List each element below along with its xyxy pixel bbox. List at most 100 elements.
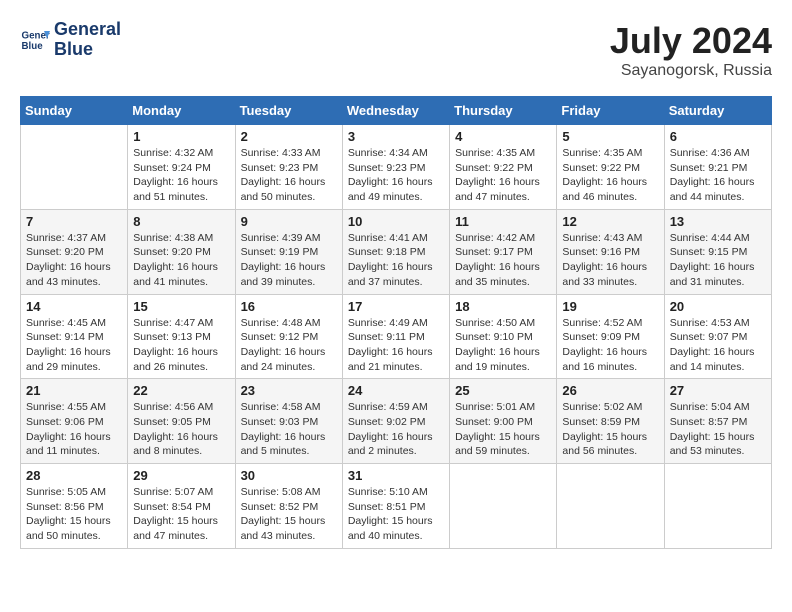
day-number: 28 [26,468,122,483]
calendar-cell [557,464,664,549]
calendar-cell: 12Sunrise: 4:43 AMSunset: 9:16 PMDayligh… [557,209,664,294]
day-number: 30 [241,468,337,483]
calendar-cell: 26 Sunrise: 5:02 AMSunset: 8:59 PMDayligh… [557,379,664,464]
day-number: 16 [241,299,337,314]
calendar-cell: 28 Sunrise: 5:05 AMSunset: 8:56 PMDayligh… [21,464,128,549]
day-number: 2 [241,129,337,144]
day-info: Sunrise: 4:39 AMSunset: 9:19 PMDaylight:… [241,231,337,290]
calendar-cell: 17 Sunrise: 4:49 AMSunset: 9:11 PMDayligh… [342,294,449,379]
header-row: SundayMondayTuesdayWednesdayThursdayFrid… [21,97,772,125]
day-info: Sunrise: 4:49 AMSunset: 9:11 PMDaylight:… [348,316,444,375]
day-info: Sunrise: 4:38 AMSunset: 9:20 PMDaylight:… [133,231,229,290]
svg-text:Blue: Blue [22,41,44,52]
calendar-cell: 15 Sunrise: 4:47 AMSunset: 9:13 PMDayligh… [128,294,235,379]
day-info: Sunrise: 4:50 AMSunset: 9:10 PMDaylight:… [455,316,551,375]
header-day-friday: Friday [557,97,664,125]
day-number: 6 [670,129,766,144]
logo-text-blue: Blue [54,40,121,60]
day-info: Sunrise: 4:48 AMSunset: 9:12 PMDaylight:… [241,316,337,375]
day-number: 25 [455,383,551,398]
week-row-2: 7 Sunrise: 4:37 AMSunset: 9:20 PMDaylight… [21,209,772,294]
day-number: 23 [241,383,337,398]
day-info: Sunrise: 5:05 AMSunset: 8:56 PMDaylight:… [26,485,122,544]
day-number: 26 [562,383,658,398]
calendar-cell: 20 Sunrise: 4:53 AMSunset: 9:07 PMDayligh… [664,294,771,379]
logo-icon: General Blue [20,25,50,55]
calendar-cell: 6 Sunrise: 4:36 AMSunset: 9:21 PMDaylight… [664,125,771,210]
calendar-cell: 22 Sunrise: 4:56 AMSunset: 9:05 PMDayligh… [128,379,235,464]
day-info: Sunrise: 5:07 AMSunset: 8:54 PMDaylight:… [133,485,229,544]
day-number: 5 [562,129,658,144]
logo-text-general: General [54,20,121,40]
calendar-cell: 25 Sunrise: 5:01 AMSunset: 9:00 PMDayligh… [450,379,557,464]
header-day-saturday: Saturday [664,97,771,125]
day-number: 14 [26,299,122,314]
calendar-cell: 8 Sunrise: 4:38 AMSunset: 9:20 PMDaylight… [128,209,235,294]
day-info: Sunrise: 4:35 AMSunset: 9:22 PMDaylight:… [455,146,551,205]
day-info: Sunrise: 4:33 AMSunset: 9:23 PMDaylight:… [241,146,337,205]
day-info: Sunrise: 4:59 AMSunset: 9:02 PMDaylight:… [348,400,444,459]
day-number: 10 [348,214,444,229]
day-number: 7 [26,214,122,229]
day-number: 15 [133,299,229,314]
header-day-monday: Monday [128,97,235,125]
calendar-cell [664,464,771,549]
header-day-sunday: Sunday [21,97,128,125]
calendar-cell: 2 Sunrise: 4:33 AMSunset: 9:23 PMDaylight… [235,125,342,210]
calendar-cell: 19Sunrise: 4:52 AMSunset: 9:09 PMDayligh… [557,294,664,379]
calendar-table: SundayMondayTuesdayWednesdayThursdayFrid… [20,96,772,549]
day-info: Sunrise: 4:45 AMSunset: 9:14 PMDaylight:… [26,316,122,375]
day-info: Sunrise: 4:35 AMSunset: 9:22 PMDaylight:… [562,146,658,205]
day-info: Sunrise: 4:32 AMSunset: 9:24 PMDaylight:… [133,146,229,205]
day-info: Sunrise: 4:41 AMSunset: 9:18 PMDaylight:… [348,231,444,290]
day-number: 27 [670,383,766,398]
location-subtitle: Sayanogorsk, Russia [610,62,772,80]
calendar-cell: 5 Sunrise: 4:35 AMSunset: 9:22 PMDaylight… [557,125,664,210]
day-number: 31 [348,468,444,483]
day-info: Sunrise: 4:56 AMSunset: 9:05 PMDaylight:… [133,400,229,459]
header-day-tuesday: Tuesday [235,97,342,125]
day-info: Sunrise: 4:55 AMSunset: 9:06 PMDaylight:… [26,400,122,459]
calendar-cell: 27 Sunrise: 5:04 AMSunset: 8:57 PMDayligh… [664,379,771,464]
calendar-cell: 30Sunrise: 5:08 AMSunset: 8:52 PMDayligh… [235,464,342,549]
title-block: July 2024 Sayanogorsk, Russia [610,20,772,80]
calendar-cell: 1Sunrise: 4:32 AMSunset: 9:24 PMDaylight… [128,125,235,210]
day-number: 18 [455,299,551,314]
day-number: 3 [348,129,444,144]
day-number: 20 [670,299,766,314]
calendar-cell [21,125,128,210]
day-number: 9 [241,214,337,229]
calendar-cell: 14 Sunrise: 4:45 AMSunset: 9:14 PMDayligh… [21,294,128,379]
calendar-cell: 4 Sunrise: 4:35 AMSunset: 9:22 PMDaylight… [450,125,557,210]
day-info: Sunrise: 5:10 AMSunset: 8:51 PMDaylight:… [348,485,444,544]
calendar-cell: 3Sunrise: 4:34 AMSunset: 9:23 PMDaylight… [342,125,449,210]
week-row-3: 14 Sunrise: 4:45 AMSunset: 9:14 PMDayligh… [21,294,772,379]
calendar-cell: 29 Sunrise: 5:07 AMSunset: 8:54 PMDayligh… [128,464,235,549]
day-number: 4 [455,129,551,144]
day-number: 17 [348,299,444,314]
week-row-5: 28 Sunrise: 5:05 AMSunset: 8:56 PMDayligh… [21,464,772,549]
calendar-cell [450,464,557,549]
day-info: Sunrise: 4:36 AMSunset: 9:21 PMDaylight:… [670,146,766,205]
calendar-cell: 16 Sunrise: 4:48 AMSunset: 9:12 PMDayligh… [235,294,342,379]
day-number: 22 [133,383,229,398]
day-info: Sunrise: 4:43 AMSunset: 9:16 PMDaylight:… [562,231,658,290]
day-info: Sunrise: 4:37 AMSunset: 9:20 PMDaylight:… [26,231,122,290]
calendar-cell: 31 Sunrise: 5:10 AMSunset: 8:51 PMDayligh… [342,464,449,549]
calendar-cell: 11Sunrise: 4:42 AMSunset: 9:17 PMDayligh… [450,209,557,294]
day-number: 8 [133,214,229,229]
day-info: Sunrise: 5:01 AMSunset: 9:00 PMDaylight:… [455,400,551,459]
week-row-4: 21Sunrise: 4:55 AMSunset: 9:06 PMDayligh… [21,379,772,464]
day-info: Sunrise: 4:53 AMSunset: 9:07 PMDaylight:… [670,316,766,375]
day-info: Sunrise: 4:47 AMSunset: 9:13 PMDaylight:… [133,316,229,375]
day-number: 29 [133,468,229,483]
calendar-cell: 10 Sunrise: 4:41 AMSunset: 9:18 PMDayligh… [342,209,449,294]
header-day-thursday: Thursday [450,97,557,125]
logo: General Blue General Blue [20,20,121,60]
calendar-cell: 21Sunrise: 4:55 AMSunset: 9:06 PMDayligh… [21,379,128,464]
day-info: Sunrise: 5:02 AMSunset: 8:59 PMDaylight:… [562,400,658,459]
day-info: Sunrise: 4:42 AMSunset: 9:17 PMDaylight:… [455,231,551,290]
day-info: Sunrise: 4:44 AMSunset: 9:15 PMDaylight:… [670,231,766,290]
calendar-cell: 7 Sunrise: 4:37 AMSunset: 9:20 PMDaylight… [21,209,128,294]
day-info: Sunrise: 5:04 AMSunset: 8:57 PMDaylight:… [670,400,766,459]
